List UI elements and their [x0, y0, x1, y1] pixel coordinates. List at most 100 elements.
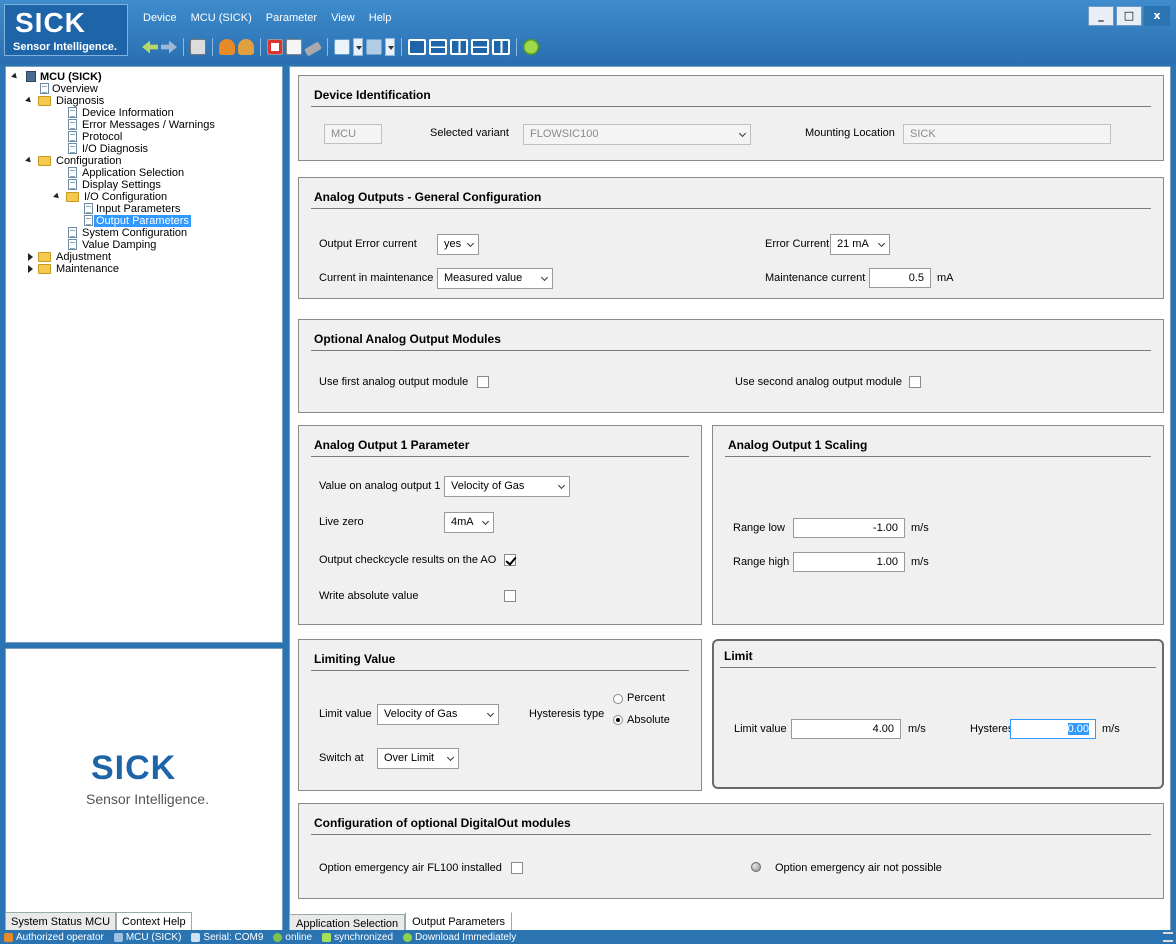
layout-vertical-icon[interactable]	[450, 39, 468, 55]
redo-icon[interactable]	[366, 39, 382, 55]
print-icon[interactable]	[190, 39, 206, 55]
help-icon[interactable]	[523, 39, 539, 55]
layout-single-icon[interactable]	[408, 39, 426, 55]
toolbar-separator	[401, 38, 402, 56]
tree-item-input-parameters[interactable]: Input Parameters	[6, 203, 282, 215]
chevron-down-icon	[557, 481, 566, 490]
output-error-select[interactable]: yes	[437, 234, 479, 255]
checkcycle-checkbox[interactable]	[504, 554, 516, 566]
menu-parameter[interactable]: Parameter	[259, 10, 324, 26]
limit-value-select[interactable]: Velocity of Gas	[377, 704, 499, 725]
range-high-label: Range high	[733, 556, 790, 568]
tree-item-value-damping[interactable]: Value Damping	[6, 239, 282, 251]
tree-label-error-messages: Error Messages / Warnings	[82, 119, 215, 131]
expanded-arrow-icon[interactable]	[25, 96, 33, 105]
first-module-checkbox[interactable]	[477, 376, 489, 388]
chevron-down-icon	[540, 273, 549, 282]
current-maintenance-value: Measured value	[444, 272, 523, 284]
live-zero-select[interactable]: 4mA	[444, 512, 494, 533]
status-operator: Authorized operator	[4, 932, 104, 943]
close-button[interactable]: x	[1144, 6, 1170, 26]
variant-value: FLOWSIC100	[530, 128, 599, 140]
minimize-button[interactable]: _	[1088, 6, 1114, 26]
hysteresis-field[interactable]: 0.00	[1010, 719, 1096, 739]
optional-modules-group: Optional Analog Output Modules Use first…	[298, 319, 1164, 413]
hysteresis-value: 0.00	[1067, 723, 1089, 735]
emergency-air-label: Option emergency air FL100 installed	[319, 862, 502, 874]
status-serial: Serial: COM9	[191, 932, 263, 943]
variant-select[interactable]: FLOWSIC100	[523, 124, 751, 145]
tree-item-error-messages[interactable]: Error Messages / Warnings	[6, 119, 282, 131]
output-error-label: Output Error current	[319, 238, 417, 250]
redo-dropdown[interactable]	[385, 38, 395, 56]
tree-label-io-configuration: I/O Configuration	[84, 191, 168, 203]
layout-grid-icon[interactable]	[492, 39, 510, 55]
limit-value-field[interactable]: 4.00	[791, 719, 901, 739]
menu-help[interactable]: Help	[362, 10, 399, 26]
second-module-checkbox[interactable]	[909, 376, 921, 388]
current-maintenance-select[interactable]: Measured value	[437, 268, 553, 289]
tree-item-io-configuration[interactable]: I/O Configuration	[6, 191, 282, 203]
pdf-icon[interactable]	[267, 39, 283, 55]
document-icon	[68, 119, 77, 130]
tree-label-display-settings: Display Settings	[82, 179, 161, 191]
back-arrow-icon[interactable]	[142, 40, 158, 54]
undo-dropdown[interactable]	[353, 38, 363, 56]
mounting-field[interactable]: SICK	[903, 124, 1111, 144]
menu-device[interactable]: Device	[136, 10, 184, 26]
switch-at-select[interactable]: Over Limit	[377, 748, 459, 769]
layout-horizontal-icon[interactable]	[429, 39, 447, 55]
tree-label-diagnosis: Diagnosis	[56, 95, 105, 107]
percent-radio[interactable]	[613, 694, 623, 704]
resize-grip-icon[interactable]	[1163, 932, 1173, 942]
hysteresis-type-label: Hysteresis type	[529, 708, 605, 720]
range-low-unit: m/s	[911, 522, 929, 534]
users-icon[interactable]	[238, 39, 254, 55]
absolute-radio[interactable]	[613, 715, 623, 725]
status-bar: Authorized operator MCU (SICK) Serial: C…	[0, 930, 1176, 944]
tree-label-device-information: Device Information	[82, 107, 174, 119]
maximize-button[interactable]: □	[1116, 6, 1142, 26]
device-name-field[interactable]: MCU	[324, 124, 382, 144]
tree-item-adjustment[interactable]: Adjustment	[6, 251, 282, 263]
clipboard-icon[interactable]	[286, 39, 302, 55]
toolbar-separator	[516, 38, 517, 56]
tree-item-overview[interactable]: Overview	[6, 83, 282, 95]
menu-mcu[interactable]: MCU (SICK)	[184, 10, 259, 26]
error-current-select[interactable]: 21 mA	[830, 234, 890, 255]
tree-item-diagnosis[interactable]: Diagnosis	[6, 95, 282, 107]
expanded-arrow-icon[interactable]	[25, 156, 33, 165]
emergency-air-checkbox[interactable]	[511, 862, 523, 874]
tree-item-configuration[interactable]: Configuration	[6, 155, 282, 167]
tree-item-io-diagnosis[interactable]: I/O Diagnosis	[6, 143, 282, 155]
ao1-value-select[interactable]: Velocity of Gas	[444, 476, 570, 497]
tree-item-device-information[interactable]: Device Information	[6, 107, 282, 119]
eraser-icon[interactable]	[304, 41, 322, 57]
collapsed-arrow-icon[interactable]	[28, 265, 33, 273]
range-low-field[interactable]: -1.00	[793, 518, 905, 538]
tree-item-protocol[interactable]: Protocol	[6, 131, 282, 143]
expanded-arrow-icon[interactable]	[11, 72, 19, 81]
range-high-field[interactable]: 1.00	[793, 552, 905, 572]
absolute-value-checkbox[interactable]	[504, 590, 516, 602]
tab-context-help[interactable]: Context Help	[116, 912, 192, 932]
tree-item-application-selection[interactable]: Application Selection	[6, 167, 282, 179]
menu-view[interactable]: View	[324, 10, 362, 26]
tree-item-maintenance[interactable]: Maintenance	[6, 263, 282, 275]
tab-system-status[interactable]: System Status MCU	[5, 912, 117, 932]
group-divider	[725, 456, 1151, 457]
layout-three-icon[interactable]	[471, 39, 489, 55]
expanded-arrow-icon[interactable]	[53, 192, 61, 201]
undo-icon[interactable]	[334, 39, 350, 55]
error-current-label: Error Current	[765, 238, 830, 250]
collapsed-arrow-icon[interactable]	[28, 253, 33, 261]
user-icon[interactable]	[219, 39, 235, 55]
tree-item-output-parameters[interactable]: Output Parameters	[6, 215, 282, 227]
maintenance-current-field[interactable]: 0.5	[869, 268, 931, 288]
tree-item-display-settings[interactable]: Display Settings	[6, 179, 282, 191]
window-controls: _ □ x	[1088, 6, 1170, 26]
tree-item-root[interactable]: MCU (SICK)	[6, 71, 282, 83]
tree-item-system-configuration[interactable]: System Configuration	[6, 227, 282, 239]
status-sync: synchronized	[322, 932, 393, 943]
forward-arrow-icon[interactable]	[161, 40, 177, 54]
